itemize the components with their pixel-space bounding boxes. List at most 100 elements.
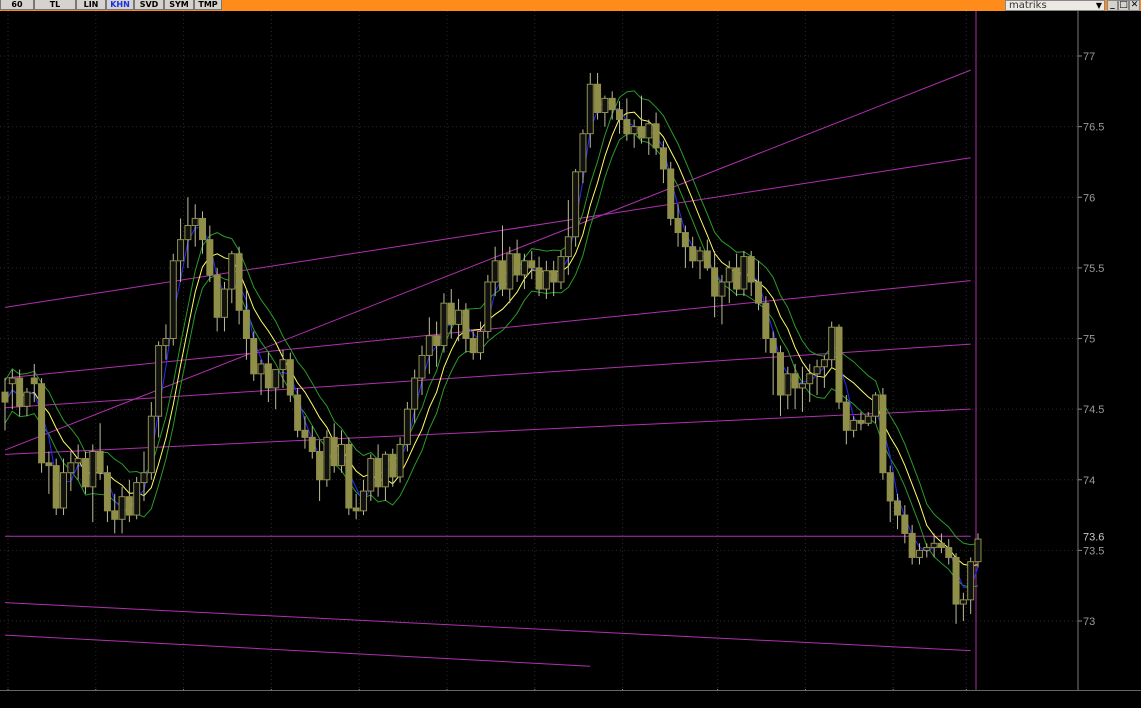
candle-body <box>637 126 645 139</box>
brand-dropdown[interactable]: matriks <box>1005 0 1105 11</box>
candle-body <box>162 338 170 347</box>
candle-body <box>601 97 609 113</box>
candle-body <box>250 338 258 375</box>
candle-body <box>864 415 872 424</box>
candle-body <box>798 383 806 389</box>
candle-body <box>572 171 580 238</box>
candle-body <box>38 383 46 464</box>
candle-body <box>316 451 324 481</box>
candle-body <box>403 408 411 445</box>
tab-svd[interactable]: SVD <box>134 0 164 10</box>
tab-tl[interactable]: TL <box>34 0 76 10</box>
candle-body <box>491 260 499 283</box>
candle-body <box>52 465 60 509</box>
candle-body <box>535 267 543 290</box>
candle-body <box>725 267 733 283</box>
maximize-icon[interactable]: □ <box>1118 0 1129 11</box>
candle-body <box>147 415 155 474</box>
candle-body <box>689 246 697 262</box>
candle-body <box>330 436 338 467</box>
candle-body <box>550 270 558 283</box>
candle-body <box>477 330 485 354</box>
price-tick-label: 75 <box>1083 334 1095 346</box>
candle-body <box>469 338 477 354</box>
candle-body <box>645 123 653 139</box>
tab-khn[interactable]: KHN <box>106 0 134 10</box>
date-axis-bar <box>0 690 1141 708</box>
price-tick-label: 73 <box>1083 616 1095 628</box>
candle-body <box>564 236 572 258</box>
candle-body <box>257 363 265 375</box>
candle-body <box>89 451 97 488</box>
candle-body <box>345 443 353 509</box>
candle-body <box>901 514 909 534</box>
candle-body <box>81 458 89 488</box>
candle-body <box>894 500 902 516</box>
candle-body <box>286 359 294 396</box>
price-tick-label: 74.5 <box>1083 404 1104 416</box>
minimize-icon[interactable]: _ <box>1107 0 1118 11</box>
candle-body <box>264 363 272 389</box>
current-price-label: 73.6 <box>1083 531 1104 543</box>
candle-body <box>974 538 982 563</box>
candle-body <box>206 239 214 276</box>
brand-label: matriks <box>1009 0 1047 11</box>
candle-body <box>842 401 850 431</box>
price-tick-label: 76.5 <box>1083 122 1104 134</box>
candle-body <box>886 472 894 502</box>
candle-body <box>338 443 346 467</box>
candle-body <box>872 394 880 417</box>
candle-body <box>418 354 426 379</box>
price-chart[interactable]: 7776.57675.57574.57473.57373.62326272829… <box>0 11 1141 691</box>
candle-body <box>367 458 375 492</box>
candle-body <box>967 561 975 601</box>
candle-body <box>923 547 931 551</box>
candle-body <box>506 253 514 290</box>
candle-body <box>279 359 287 371</box>
candle-body <box>60 472 68 509</box>
price-tick-label: 73.5 <box>1083 545 1104 557</box>
candle-body <box>879 394 887 474</box>
candle-body <box>557 256 565 283</box>
tab-sym[interactable]: SYM <box>164 0 194 10</box>
candle-body <box>16 377 24 407</box>
candle-body <box>199 217 207 241</box>
candle-body <box>542 270 550 290</box>
candle-body <box>762 302 770 339</box>
candle-body <box>294 394 302 431</box>
chart-mode-tabs: 60 TL LIN KHN SVD SYM TMP <box>0 0 222 11</box>
candle-body <box>528 260 536 269</box>
candle-body <box>177 239 185 262</box>
candle-body <box>235 253 243 311</box>
candle-body <box>520 260 528 276</box>
candle-body <box>586 83 594 135</box>
chevron-down-icon[interactable]: ▼ <box>1093 0 1105 11</box>
candle-body <box>462 309 470 339</box>
candle-body <box>242 309 250 339</box>
tab-tmp[interactable]: TMP <box>194 0 222 10</box>
candle-body <box>381 453 389 488</box>
candle-body <box>30 377 38 385</box>
candle-body <box>791 373 799 389</box>
price-tick-label: 77 <box>1083 51 1095 63</box>
candle-body <box>308 436 316 452</box>
tab-60[interactable]: 60 <box>0 0 34 10</box>
candle-body <box>579 133 587 173</box>
candle-body <box>220 288 228 318</box>
close-icon[interactable]: ✕ <box>1129 0 1140 11</box>
candle-body <box>667 168 675 219</box>
candle-body <box>769 338 777 354</box>
candle-body <box>937 542 945 549</box>
tab-lin[interactable]: LIN <box>76 0 106 10</box>
candle-body <box>228 253 236 290</box>
candle-body <box>820 359 828 368</box>
candle-body <box>184 225 192 241</box>
price-tick-label: 74 <box>1083 475 1095 487</box>
candle-body <box>594 83 602 113</box>
candle-body <box>784 373 792 396</box>
candle-body <box>755 281 763 304</box>
candle-body <box>711 267 719 297</box>
candle-body <box>447 302 455 325</box>
candle-body <box>857 419 865 424</box>
candle-body <box>850 419 858 431</box>
